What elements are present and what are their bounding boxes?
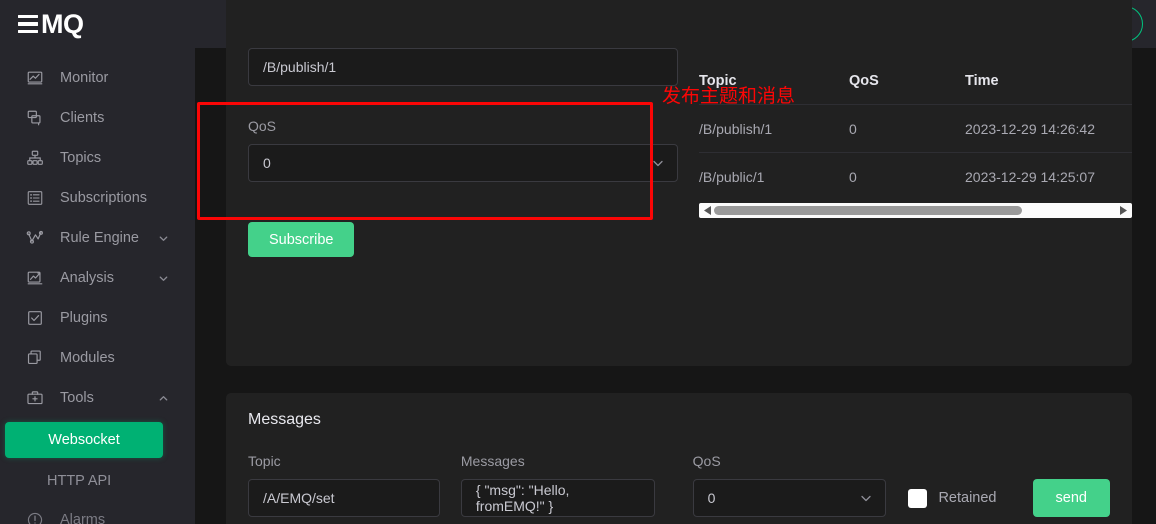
sidebar-item-http-api[interactable]: HTTP API	[0, 462, 195, 500]
retained-checkbox-group[interactable]: Retained	[908, 479, 997, 517]
table-row[interactable]: /B/public/1 0 2023-12-29 14:25:07	[699, 153, 1132, 201]
sidebar-item-clients[interactable]: Clients	[0, 98, 195, 138]
triangle-right-icon[interactable]	[1117, 206, 1129, 215]
subscriptions-table-wrap: Topic QoS Time /B/publish/1 0 2023-12-29…	[699, 0, 1132, 218]
sidebar-item-label: Monitor	[60, 70, 109, 86]
sidebar-item-label: Modules	[60, 350, 115, 366]
subscribe-qos-value: 0	[263, 155, 271, 171]
subscribe-qos-label: QoS	[248, 118, 277, 134]
sidebar-item-topics[interactable]: Topics	[0, 138, 195, 178]
subscriptions-icon	[26, 189, 44, 207]
sidebar-item-websocket[interactable]: Websocket	[5, 422, 163, 458]
publish-topic-input[interactable]: /A/EMQ/set	[248, 479, 440, 517]
plugins-icon	[26, 309, 44, 327]
sidebar-item-label: Plugins	[60, 310, 108, 326]
tools-icon	[26, 389, 44, 407]
clients-icon	[26, 109, 44, 127]
publish-qos-label: QoS	[692, 453, 721, 469]
cell-qos: 0	[849, 169, 857, 185]
sidebar-nav: Monitor Clients Topics Subscriptions Rul…	[0, 48, 195, 524]
cell-qos: 0	[849, 104, 965, 153]
cell-topic: /B/public/1	[699, 169, 765, 185]
sidebar: MQ Monitor Clients Topics Subscriptions …	[0, 0, 195, 524]
sidebar-item-alarms[interactable]: Alarms	[0, 500, 195, 524]
emqx-dashboard: MQ Monitor Clients Topics Subscriptions …	[0, 0, 1156, 524]
chevron-down-icon[interactable]	[158, 233, 169, 244]
brand-logo[interactable]: MQ	[0, 0, 195, 48]
messages-title: Messages	[248, 411, 321, 428]
retained-checkbox[interactable]	[908, 488, 928, 508]
sidebar-item-label: Tools	[60, 390, 94, 406]
publish-message-input[interactable]: { "msg": "Hello, fromEMQ!" }	[460, 479, 655, 517]
cell-time: 2023-12-29 14:26:42	[965, 104, 1132, 153]
publish-form: Topic /A/EMQ/set Messages { "msg": "Hell…	[248, 453, 1111, 517]
subscribe-card: /B/publish/1 QoS 0 Subscribe Topic QoS T…	[226, 0, 1132, 366]
sidebar-item-subscriptions[interactable]: Subscriptions	[0, 178, 195, 218]
triangle-left-icon[interactable]	[702, 206, 714, 215]
publish-topic-label: Topic	[248, 453, 281, 469]
scrollbar-thumb[interactable]	[714, 206, 1023, 215]
modules-icon	[26, 349, 44, 367]
sidebar-item-label: Clients	[60, 110, 105, 126]
publish-qos-value: 0	[707, 490, 716, 506]
chevron-down-icon	[651, 156, 665, 170]
publish-message-group: Messages { "msg": "Hello, fromEMQ!" }	[460, 453, 655, 517]
send-button[interactable]: send	[1032, 479, 1111, 517]
main-area: ? GitHub Free Trial /B/publish/1	[195, 0, 1156, 524]
scrollbar-track[interactable]	[714, 206, 1117, 215]
sidebar-item-monitor[interactable]: Monitor	[0, 58, 195, 98]
sidebar-item-label: Alarms	[60, 512, 106, 524]
publish-topic-group: Topic /A/EMQ/set	[248, 453, 440, 517]
table-horizontal-scrollbar[interactable]	[699, 203, 1132, 218]
logo-e-mark-icon	[18, 14, 38, 34]
rule-engine-icon	[26, 229, 44, 247]
column-header-qos: QoS	[849, 73, 965, 105]
analysis-icon	[26, 269, 44, 287]
annotation-note: 发布主题和消息	[662, 85, 796, 107]
sidebar-item-analysis[interactable]: Analysis	[0, 258, 195, 298]
sidebar-item-rule-engine[interactable]: Rule Engine	[0, 218, 195, 258]
topics-icon	[26, 149, 44, 167]
sidebar-item-modules[interactable]: Modules	[0, 338, 195, 378]
alarm-icon	[26, 511, 44, 524]
sidebar-item-plugins[interactable]: Plugins	[0, 298, 195, 338]
messages-card: Messages Topic /A/EMQ/set Messages { "ms…	[226, 393, 1132, 524]
sidebar-item-tools[interactable]: Tools	[0, 378, 195, 418]
sidebar-item-label: Rule Engine	[60, 230, 139, 246]
sidebar-item-label: Analysis	[60, 270, 114, 286]
retained-label: Retained	[938, 490, 997, 506]
sidebar-item-label: Topics	[60, 150, 102, 166]
chevron-down-icon	[859, 491, 873, 505]
publish-message-label: Messages	[460, 453, 525, 469]
logo-text: MQ	[41, 8, 84, 39]
chevron-down-icon[interactable]	[158, 273, 169, 284]
subscribe-button[interactable]: Subscribe	[248, 222, 355, 257]
chevron-up-icon[interactable]	[158, 393, 169, 404]
cell-time: 2023-12-29 14:25:07	[965, 169, 1095, 185]
table-row[interactable]: /B/publish/1 0 2023-12-29 14:26:42	[699, 104, 1132, 153]
subscribe-topic-input[interactable]: /B/publish/1	[248, 48, 678, 86]
sidebar-subitem-label: Websocket	[48, 432, 120, 448]
sidebar-subitem-label: HTTP API	[47, 473, 112, 489]
publish-qos-group: QoS 0	[692, 453, 887, 517]
column-header-time: Time	[965, 73, 1132, 105]
subscribe-qos-select[interactable]: 0	[248, 144, 678, 182]
page-content: /B/publish/1 QoS 0 Subscribe Topic QoS T…	[195, 0, 1156, 524]
cell-topic: /B/publish/1	[699, 104, 849, 153]
publish-qos-select[interactable]: 0	[692, 479, 887, 517]
sidebar-item-label: Subscriptions	[60, 190, 148, 206]
subscribe-form: /B/publish/1 QoS 0 Subscribe	[248, 48, 678, 257]
monitor-icon	[26, 69, 44, 87]
